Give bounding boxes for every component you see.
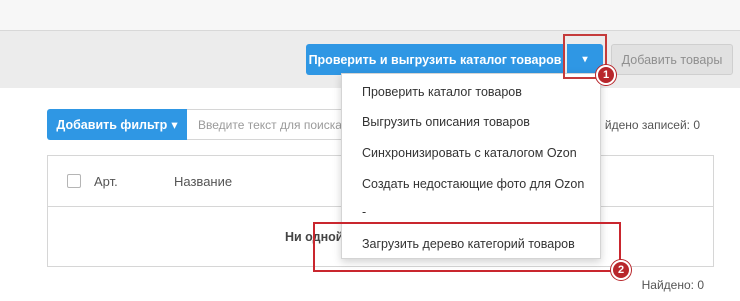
annotation-highlight-2 [313,222,621,272]
menu-separator: - [362,205,367,219]
menu-item-create-photos[interactable]: Создать недостающие фото для Ozon [362,177,584,191]
column-header-art[interactable]: Арт. [94,174,118,189]
export-catalog-button[interactable]: Проверить и выгрузить каталог товаров [306,44,564,75]
menu-item-sync-ozon[interactable]: Синхронизировать с каталогом Ozon [362,146,577,160]
menu-item-export-descriptions[interactable]: Выгрузить описания товаров [362,115,530,129]
add-goods-button[interactable]: Добавить товары [611,44,733,75]
annotation-badge-1: 1 [596,65,616,85]
records-count: йдено записей: 0 [604,118,700,132]
annotation-badge-2: 2 [611,260,631,280]
column-header-name[interactable]: Название [174,174,232,189]
menu-item-check-catalog[interactable]: Проверить каталог товаров [362,85,522,99]
search-input[interactable] [187,109,347,140]
add-filter-button[interactable]: Добавить фильтр ▾ [47,109,187,140]
chevron-down-icon: ▾ [171,118,178,132]
footer-found-count: Найдено: 0 [641,278,704,292]
add-filter-label: Добавить фильтр [56,117,168,132]
select-all-checkbox[interactable] [67,174,81,188]
